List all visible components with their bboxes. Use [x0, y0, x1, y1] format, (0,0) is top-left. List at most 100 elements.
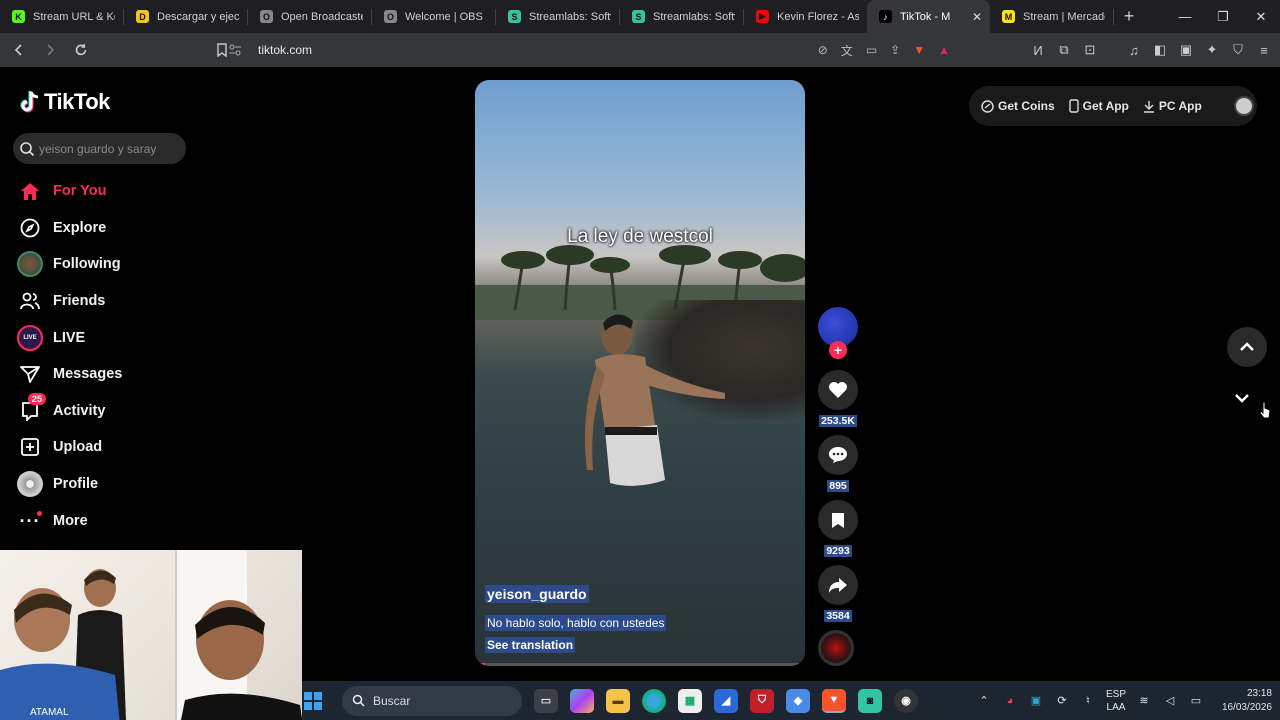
antivirus-icon[interactable]: ⛉	[750, 688, 774, 713]
minimize-icon[interactable]: —	[1166, 0, 1204, 33]
video-player[interactable]: La ley de westcol yeison_guardo No hablo…	[475, 80, 805, 666]
sidebar-item-following[interactable]: Following	[16, 246, 216, 283]
share-icon[interactable]: ⇪	[890, 43, 900, 57]
sidebar-item-explore[interactable]: Explore	[16, 210, 216, 247]
clock-time: 23:18	[1246, 687, 1272, 699]
extension-icon-n[interactable]: И	[1030, 43, 1046, 58]
next-video-button[interactable]	[1234, 390, 1250, 408]
browser-tab[interactable]: K Stream URL & Key	[0, 0, 123, 33]
leo-ai-icon[interactable]: ✦	[1204, 42, 1220, 58]
menu-icon[interactable]: ≡	[1256, 43, 1272, 58]
no-tracking-icon[interactable]: ⊘	[818, 43, 828, 57]
screenshot-icon[interactable]: ⊡	[1082, 42, 1098, 58]
browser-tab[interactable]: S Streamlabs: Softw	[620, 0, 743, 33]
sidebar-item-live[interactable]: LIVE LIVE	[16, 319, 216, 356]
close-tab-icon[interactable]: ✕	[972, 10, 982, 24]
streamlabs-icon[interactable]: ◙	[858, 688, 882, 713]
language-indicator[interactable]: ESP LAA	[1106, 688, 1126, 714]
sidebar-item-friends[interactable]: Friends	[16, 283, 216, 320]
app-icon[interactable]: ◆	[786, 688, 810, 713]
volume-icon[interactable]: ◁	[1162, 694, 1178, 707]
wifi-icon[interactable]: ≋	[1136, 694, 1152, 707]
like-count: 253.5K	[819, 415, 857, 427]
get-coins-button[interactable]: Get Coins	[981, 99, 1055, 113]
heart-icon[interactable]	[818, 370, 858, 410]
edge-icon[interactable]	[642, 688, 666, 713]
forward-icon[interactable]	[37, 38, 62, 63]
tray-overflow-icon[interactable]: ⌃	[976, 694, 992, 707]
activity-icon: 25	[16, 392, 47, 425]
reload-icon[interactable]	[68, 38, 93, 63]
url-text: tiktok.com	[258, 43, 313, 57]
translate-icon[interactable]: 文	[841, 42, 853, 59]
user-avatar[interactable]	[1233, 96, 1254, 116]
browser-tab[interactable]: ♪ TikTok - M ✕	[867, 0, 990, 33]
video-progress-bar[interactable]	[475, 663, 805, 666]
sidebar-icon[interactable]: ◧	[1152, 42, 1168, 58]
close-window-icon[interactable]: ✕	[1242, 0, 1280, 33]
store-icon[interactable]: ▦	[678, 688, 702, 713]
share-action[interactable]: 3584	[818, 565, 858, 622]
sidebar-item-messages[interactable]: Messages	[16, 356, 216, 393]
back-icon[interactable]	[6, 38, 31, 63]
task-view-icon[interactable]: ▭	[534, 688, 558, 713]
sidebar-item-upload[interactable]: Upload	[16, 429, 216, 466]
video-overlay-text: La ley de westcol	[567, 226, 713, 247]
microphone-icon[interactable]: ♮	[1080, 694, 1096, 707]
share-arrow-icon[interactable]	[818, 565, 858, 605]
wallet-icon[interactable]: ▣	[1178, 42, 1194, 58]
mouse-cursor-icon	[1259, 401, 1271, 419]
copilot-icon[interactable]	[570, 688, 594, 713]
restore-icon[interactable]: ❐	[1204, 0, 1242, 33]
brave-rewards-icon[interactable]: ▲	[938, 43, 950, 57]
sidebar-item-activity[interactable]: 25 Activity	[16, 392, 216, 430]
site-info-icon[interactable]	[228, 43, 242, 57]
get-app-button[interactable]: Get App	[1068, 99, 1129, 113]
url-field[interactable]: tiktok.com ⊘ 文 ▭ ⇪ ▼ ▲	[220, 37, 958, 63]
sidebar-item-more[interactable]: ··· More	[16, 502, 216, 539]
tab-favicon-icon: S	[508, 10, 521, 23]
taskbar-search[interactable]: Buscar	[342, 685, 522, 716]
like-action[interactable]: 253.5K	[818, 370, 858, 427]
brave-shields-icon[interactable]: ▼	[913, 43, 925, 57]
previous-video-button[interactable]	[1227, 327, 1267, 367]
save-action[interactable]: 9293	[818, 500, 858, 557]
tray-p-icon[interactable]: ▣	[1028, 694, 1044, 707]
browser-tab[interactable]: M Stream | Mercadol	[990, 0, 1113, 33]
cast-icon[interactable]: ▭	[866, 43, 877, 57]
tab-title: Stream URL & Key	[33, 10, 115, 23]
vscode-icon[interactable]: ◢	[714, 688, 738, 713]
follow-plus-icon[interactable]: +	[829, 341, 847, 359]
tray-sync-icon[interactable]: ⟳	[1054, 694, 1070, 707]
browser-tab[interactable]: S Streamlabs: Softw	[496, 0, 619, 33]
pc-app-button[interactable]: PC App	[1143, 99, 1202, 113]
tab-title: Descargar y ejecut	[157, 10, 239, 23]
browser-tab[interactable]: O Welcome | OBS	[372, 0, 495, 33]
phone-icon	[1068, 99, 1079, 113]
video-author[interactable]: yeison_guardo	[485, 585, 589, 603]
file-explorer-icon[interactable]: ▬	[606, 688, 630, 713]
comment-icon[interactable]	[818, 435, 858, 475]
media-icon[interactable]: ♫	[1126, 43, 1142, 58]
windows-start-icon[interactable]	[304, 691, 322, 710]
browser-tab[interactable]: ▶ Kevin Florez - Aso	[744, 0, 867, 33]
extensions-icon[interactable]: ⧉	[1056, 42, 1072, 58]
battery-icon[interactable]: ▭	[1188, 694, 1204, 707]
tiktok-logo[interactable]: TikTok	[20, 89, 110, 115]
music-disc-icon[interactable]	[818, 630, 854, 666]
see-translation-link[interactable]: See translation	[485, 637, 576, 653]
comment-action[interactable]: 895	[818, 435, 858, 492]
bookmark-save-icon[interactable]	[818, 500, 858, 540]
sidebar-item-profile[interactable]: Profile	[16, 466, 216, 503]
taskbar-clock[interactable]: 23:18 16/03/2026	[1214, 687, 1272, 715]
new-tab-icon[interactable]: +	[1114, 6, 1144, 27]
brave-browser-icon[interactable]: ▼	[822, 688, 846, 713]
sidebar-item-for-you[interactable]: For You	[16, 173, 216, 210]
browser-tab[interactable]: O Open Broadcaster	[248, 0, 371, 33]
obs-icon[interactable]: ◉	[894, 688, 918, 713]
search-input[interactable]: yeison guardo y saray	[13, 133, 186, 164]
browser-tab[interactable]: D Descargar y ejecut	[124, 0, 247, 33]
creator-avatar[interactable]: +	[818, 307, 858, 359]
vpn-icon[interactable]: ⛉	[1230, 42, 1246, 58]
tray-app-icon[interactable]: ◕	[1002, 695, 1018, 707]
